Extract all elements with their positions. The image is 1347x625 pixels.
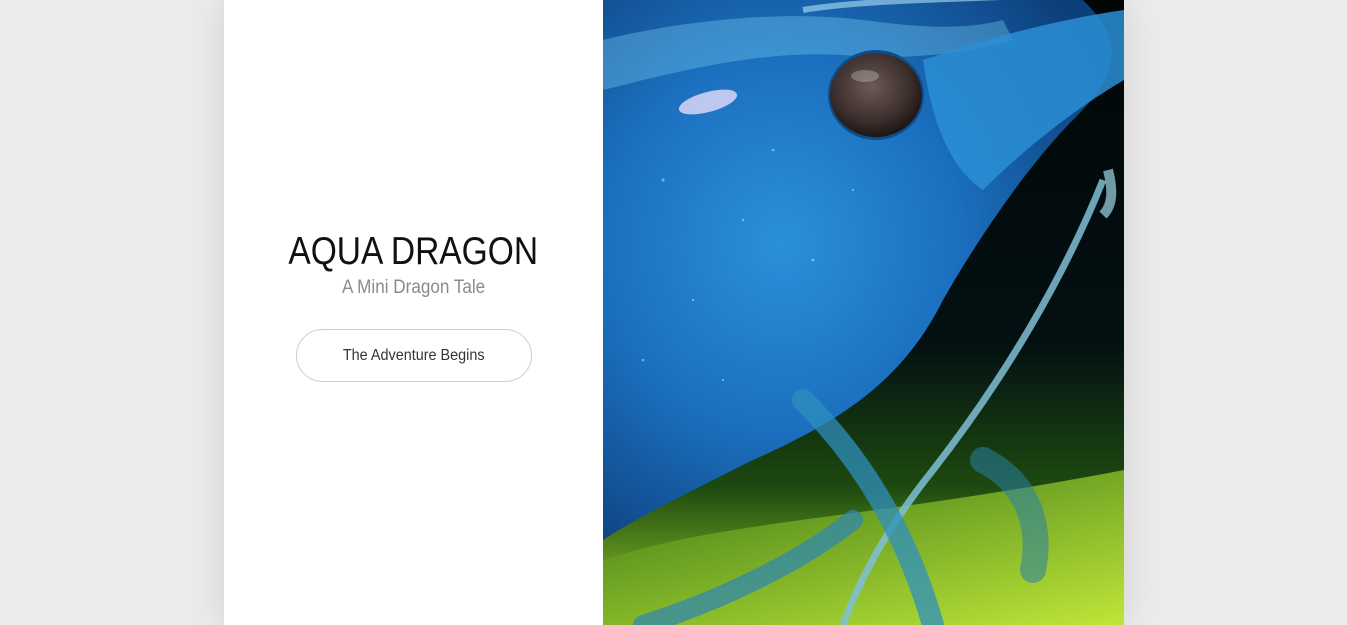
adventure-begins-button[interactable]: The Adventure Begins <box>295 329 532 383</box>
shrimp-illustration <box>603 0 1124 625</box>
hero-panel: AQUA DRAGON A Mini Dragon Tale The Adven… <box>224 0 603 625</box>
eye-icon <box>830 53 922 137</box>
eye-glint <box>851 70 879 82</box>
page-subtitle: A Mini Dragon Tale <box>341 277 486 299</box>
page-card: AQUA DRAGON A Mini Dragon Tale The Adven… <box>224 0 1124 625</box>
adventure-begins-label: The Adventure Begins <box>342 346 485 364</box>
page-title: AQUA DRAGON <box>288 229 539 273</box>
shrimp-photo <box>603 0 1124 625</box>
